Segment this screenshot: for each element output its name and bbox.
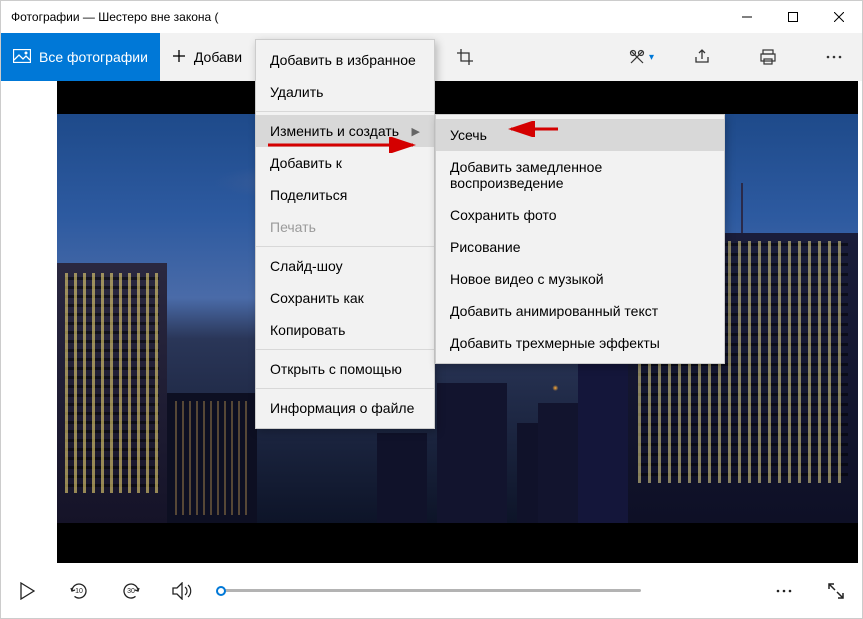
play-button[interactable] (13, 577, 41, 605)
menu-item-file-info[interactable]: Информация о файле (256, 392, 434, 424)
window-title: Фотографии — Шестеро вне закона ( (11, 10, 724, 24)
forward-30-button[interactable]: 30 (117, 577, 145, 605)
menu-separator (256, 349, 434, 350)
add-to-label: Добави (194, 49, 242, 65)
menu-item-copy[interactable]: Копировать (256, 314, 434, 346)
menu-item-edit-create[interactable]: Изменить и создать▶ (256, 115, 434, 147)
edit-icon (627, 46, 647, 69)
submenu-item-add-animated-text[interactable]: Добавить анимированный текст (436, 295, 724, 327)
toolbar-right: ▾ (627, 33, 852, 81)
print-button[interactable] (750, 33, 786, 81)
menu-item-add-favorite[interactable]: Добавить в избранное (256, 44, 434, 76)
chevron-down-icon: ▾ (649, 52, 654, 63)
submenu-item-trim[interactable]: Усечь (436, 119, 724, 151)
menu-separator (256, 246, 434, 247)
menu-item-add-to[interactable]: Добавить к (256, 147, 434, 179)
progress-thumb[interactable] (216, 586, 226, 596)
crop-button[interactable] (447, 33, 483, 81)
menu-item-print: Печать (256, 211, 434, 243)
menu-separator (256, 111, 434, 112)
volume-button[interactable] (169, 577, 197, 605)
fullscreen-button[interactable] (822, 577, 850, 605)
more-player-button[interactable] (770, 577, 798, 605)
submenu-item-draw[interactable]: Рисование (436, 231, 724, 263)
context-menu[interactable]: Добавить в избранное Удалить Изменить и … (255, 39, 435, 429)
progress-slider[interactable] (221, 589, 641, 592)
chevron-right-icon: ▶ (412, 125, 420, 138)
forward-amount-label: 30 (127, 587, 135, 594)
menu-item-slideshow[interactable]: Слайд-шоу (256, 250, 434, 282)
edit-create-button[interactable]: ▾ (627, 46, 654, 69)
submenu-item-add-3d-effects[interactable]: Добавить трехмерные эффекты (436, 327, 724, 359)
titlebar: Фотографии — Шестеро вне закона ( (1, 1, 862, 33)
plus-icon (172, 49, 186, 66)
submenu-item-new-video-music[interactable]: Новое видео с музыкой (436, 263, 724, 295)
window-controls (724, 1, 862, 33)
menu-separator (256, 388, 434, 389)
maximize-button[interactable] (770, 1, 816, 33)
menu-item-open-with[interactable]: Открыть с помощью (256, 353, 434, 385)
add-to-button[interactable]: Добави (160, 33, 254, 81)
player-controls: 10 30 (1, 563, 862, 618)
more-button[interactable] (816, 33, 852, 81)
rewind-amount-label: 10 (75, 587, 83, 594)
close-button[interactable] (816, 1, 862, 33)
share-button[interactable] (684, 33, 720, 81)
photo-icon (13, 49, 31, 66)
rewind-10-button[interactable]: 10 (65, 577, 93, 605)
all-photos-label: Все фотографии (39, 49, 148, 65)
menu-item-share[interactable]: Поделиться (256, 179, 434, 211)
submenu-edit-create[interactable]: Усечь Добавить замедленное воспроизведен… (435, 114, 725, 364)
submenu-item-slowmo[interactable]: Добавить замедленное воспроизведение (436, 151, 724, 199)
submenu-item-save-photo[interactable]: Сохранить фото (436, 199, 724, 231)
minimize-button[interactable] (724, 1, 770, 33)
all-photos-button[interactable]: Все фотографии (1, 33, 160, 81)
menu-item-delete[interactable]: Удалить (256, 76, 434, 108)
menu-item-save-as[interactable]: Сохранить как (256, 282, 434, 314)
